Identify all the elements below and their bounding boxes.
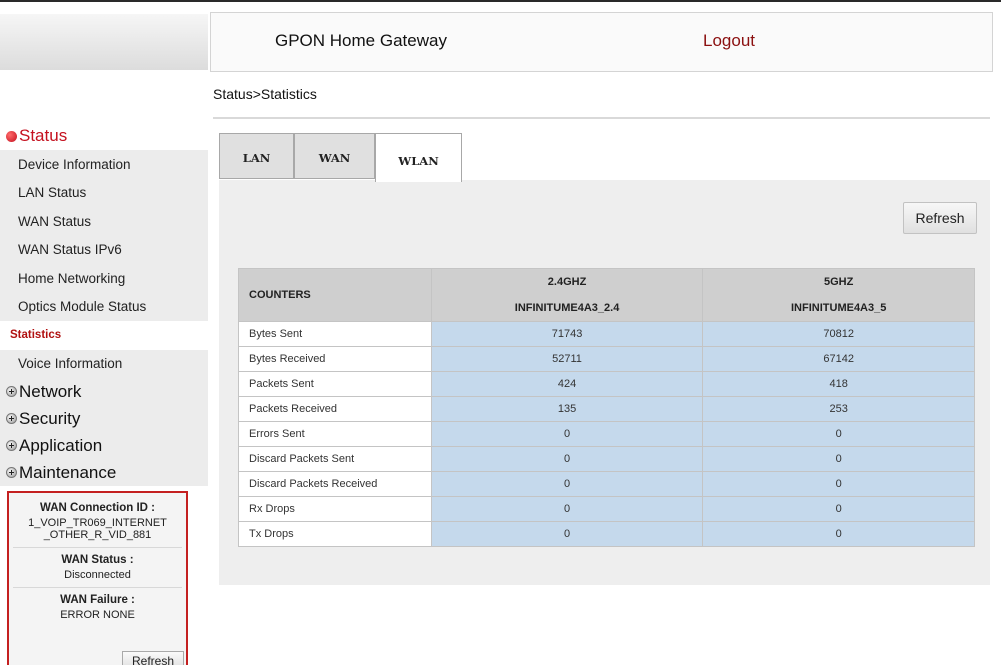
ssid-label: INFINITUME4A3_2.4 xyxy=(514,302,620,314)
value-2-4ghz: 135 xyxy=(430,396,704,422)
row-label: Tx Drops xyxy=(238,521,432,547)
wan-connection-id-label: WAN Connection ID : xyxy=(40,502,155,514)
table-row: Errors Sent 0 0 xyxy=(238,421,975,447)
tab-wlan[interactable]: WLAN xyxy=(375,133,462,182)
value-5ghz: 0 xyxy=(702,446,975,472)
row-label: Errors Sent xyxy=(238,421,432,447)
sidebar-item-statistics[interactable]: Statistics xyxy=(0,321,208,350)
sidebar-group-label: Maintenance xyxy=(19,462,117,482)
column-header-2-4ghz: 2.4GHZ INFINITUME4A3_2.4 xyxy=(430,268,704,322)
value-2-4ghz: 0 xyxy=(430,521,704,547)
wan-connection-id-value-line1: 1_VOIP_TR069_INTERNET xyxy=(28,517,167,529)
row-label: Bytes Sent xyxy=(238,321,432,347)
value-2-4ghz: 0 xyxy=(430,421,704,447)
statistics-panel: Refresh COUNTERS 2.4GHZ INFINITUME4A3_2.… xyxy=(219,180,990,585)
table-row: Rx Drops 0 0 xyxy=(238,496,975,522)
row-label: Discard Packets Sent xyxy=(238,446,432,472)
wan-failure-value: ERROR NONE xyxy=(60,609,135,621)
divider xyxy=(13,587,182,588)
wlan-statistics-table: COUNTERS 2.4GHZ INFINITUME4A3_2.4 5GHZ I… xyxy=(238,268,975,547)
row-label: Discard Packets Received xyxy=(238,471,432,497)
header-bar: GPON Home Gateway Logout xyxy=(210,12,993,72)
sidebar: Status Device Information LAN Status WAN… xyxy=(0,122,208,486)
row-label: Bytes Received xyxy=(238,346,432,372)
wan-status-panel: WAN Connection ID : 1_VOIP_TR069_INTERNE… xyxy=(7,491,188,665)
value-2-4ghz: 71743 xyxy=(430,321,704,347)
status-submenu: Device Information LAN Status WAN Status… xyxy=(0,150,208,378)
sidebar-group-application[interactable]: Application xyxy=(0,432,208,459)
value-2-4ghz: 0 xyxy=(430,496,704,522)
sidebar-group-status[interactable]: Status xyxy=(0,122,208,150)
app-title: GPON Home Gateway xyxy=(275,31,447,50)
sidebar-item-device-information[interactable]: Device Information xyxy=(0,150,208,179)
value-5ghz: 70812 xyxy=(702,321,975,347)
collapse-icon xyxy=(6,130,17,142)
value-2-4ghz: 52711 xyxy=(430,346,704,372)
ssid-label: INFINITUME4A3_5 xyxy=(791,302,887,314)
sidebar-item-wan-status[interactable]: WAN Status xyxy=(0,207,208,236)
sidebar-item-home-networking[interactable]: Home Networking xyxy=(0,264,208,293)
wan-connection-id-value-line2: _OTHER_R_VID_881 xyxy=(43,529,152,541)
sidebar-item-optics-module-status[interactable]: Optics Module Status xyxy=(0,293,208,322)
sidebar-groups: Network Security Application Maintenance xyxy=(0,378,208,486)
refresh-button[interactable]: Refresh xyxy=(903,202,977,234)
row-label: Packets Sent xyxy=(238,371,432,397)
sidebar-group-label: Security xyxy=(19,408,81,428)
sidebar-group-network[interactable]: Network xyxy=(0,378,208,405)
column-header-5ghz: 5GHZ INFINITUME4A3_5 xyxy=(702,268,975,322)
wan-status-value: Disconnected xyxy=(64,569,131,581)
tab-lan[interactable]: LAN xyxy=(219,133,294,179)
value-2-4ghz: 0 xyxy=(430,471,704,497)
logout-link[interactable]: Logout xyxy=(703,31,755,51)
expand-icon xyxy=(6,440,17,451)
sidebar-group-security[interactable]: Security xyxy=(0,405,208,432)
value-5ghz: 253 xyxy=(702,396,975,422)
value-5ghz: 0 xyxy=(702,471,975,497)
sidebar-group-maintenance[interactable]: Maintenance xyxy=(0,459,208,486)
value-5ghz: 418 xyxy=(702,371,975,397)
table-row: Bytes Sent 71743 70812 xyxy=(238,321,975,347)
breadcrumb: Status>Statistics xyxy=(213,86,317,102)
wan-failure-label: WAN Failure : xyxy=(60,594,135,606)
row-label: Rx Drops xyxy=(238,496,432,522)
table-row: Tx Drops 0 0 xyxy=(238,521,975,547)
table-row: Bytes Received 52711 67142 xyxy=(238,346,975,372)
table-row: Packets Received 135 253 xyxy=(238,396,975,422)
sidebar-refresh-button[interactable]: Refresh xyxy=(122,651,184,665)
sidebar-item-lan-status[interactable]: LAN Status xyxy=(0,179,208,208)
band-label: 2.4GHZ xyxy=(547,276,587,288)
value-2-4ghz: 0 xyxy=(430,446,704,472)
table-row: Discard Packets Received 0 0 xyxy=(238,471,975,497)
breadcrumb-divider xyxy=(213,117,990,119)
logo-area xyxy=(0,14,208,70)
divider xyxy=(13,547,182,548)
tab-wan[interactable]: WAN xyxy=(294,133,375,179)
sidebar-group-label: Network xyxy=(19,381,82,401)
value-2-4ghz: 424 xyxy=(430,371,704,397)
sidebar-group-label: Application xyxy=(19,435,103,455)
wan-status-label: WAN Status : xyxy=(61,554,134,566)
sidebar-item-voice-information[interactable]: Voice Information xyxy=(0,350,208,379)
sidebar-item-wan-status-ipv6[interactable]: WAN Status IPv6 xyxy=(0,236,208,265)
table-row: Discard Packets Sent 0 0 xyxy=(238,446,975,472)
value-5ghz: 0 xyxy=(702,496,975,522)
row-label: Packets Received xyxy=(238,396,432,422)
counters-header: COUNTERS xyxy=(238,268,432,322)
top-rule xyxy=(0,0,1001,2)
table-row: Packets Sent 424 418 xyxy=(238,371,975,397)
value-5ghz: 0 xyxy=(702,421,975,447)
expand-icon xyxy=(6,413,17,424)
table-header-row: COUNTERS 2.4GHZ INFINITUME4A3_2.4 5GHZ I… xyxy=(238,268,975,322)
band-label: 5GHZ xyxy=(824,276,854,288)
sidebar-group-label: Status xyxy=(19,126,68,145)
value-5ghz: 0 xyxy=(702,521,975,547)
value-5ghz: 67142 xyxy=(702,346,975,372)
expand-icon xyxy=(6,467,17,478)
expand-icon xyxy=(6,386,17,397)
